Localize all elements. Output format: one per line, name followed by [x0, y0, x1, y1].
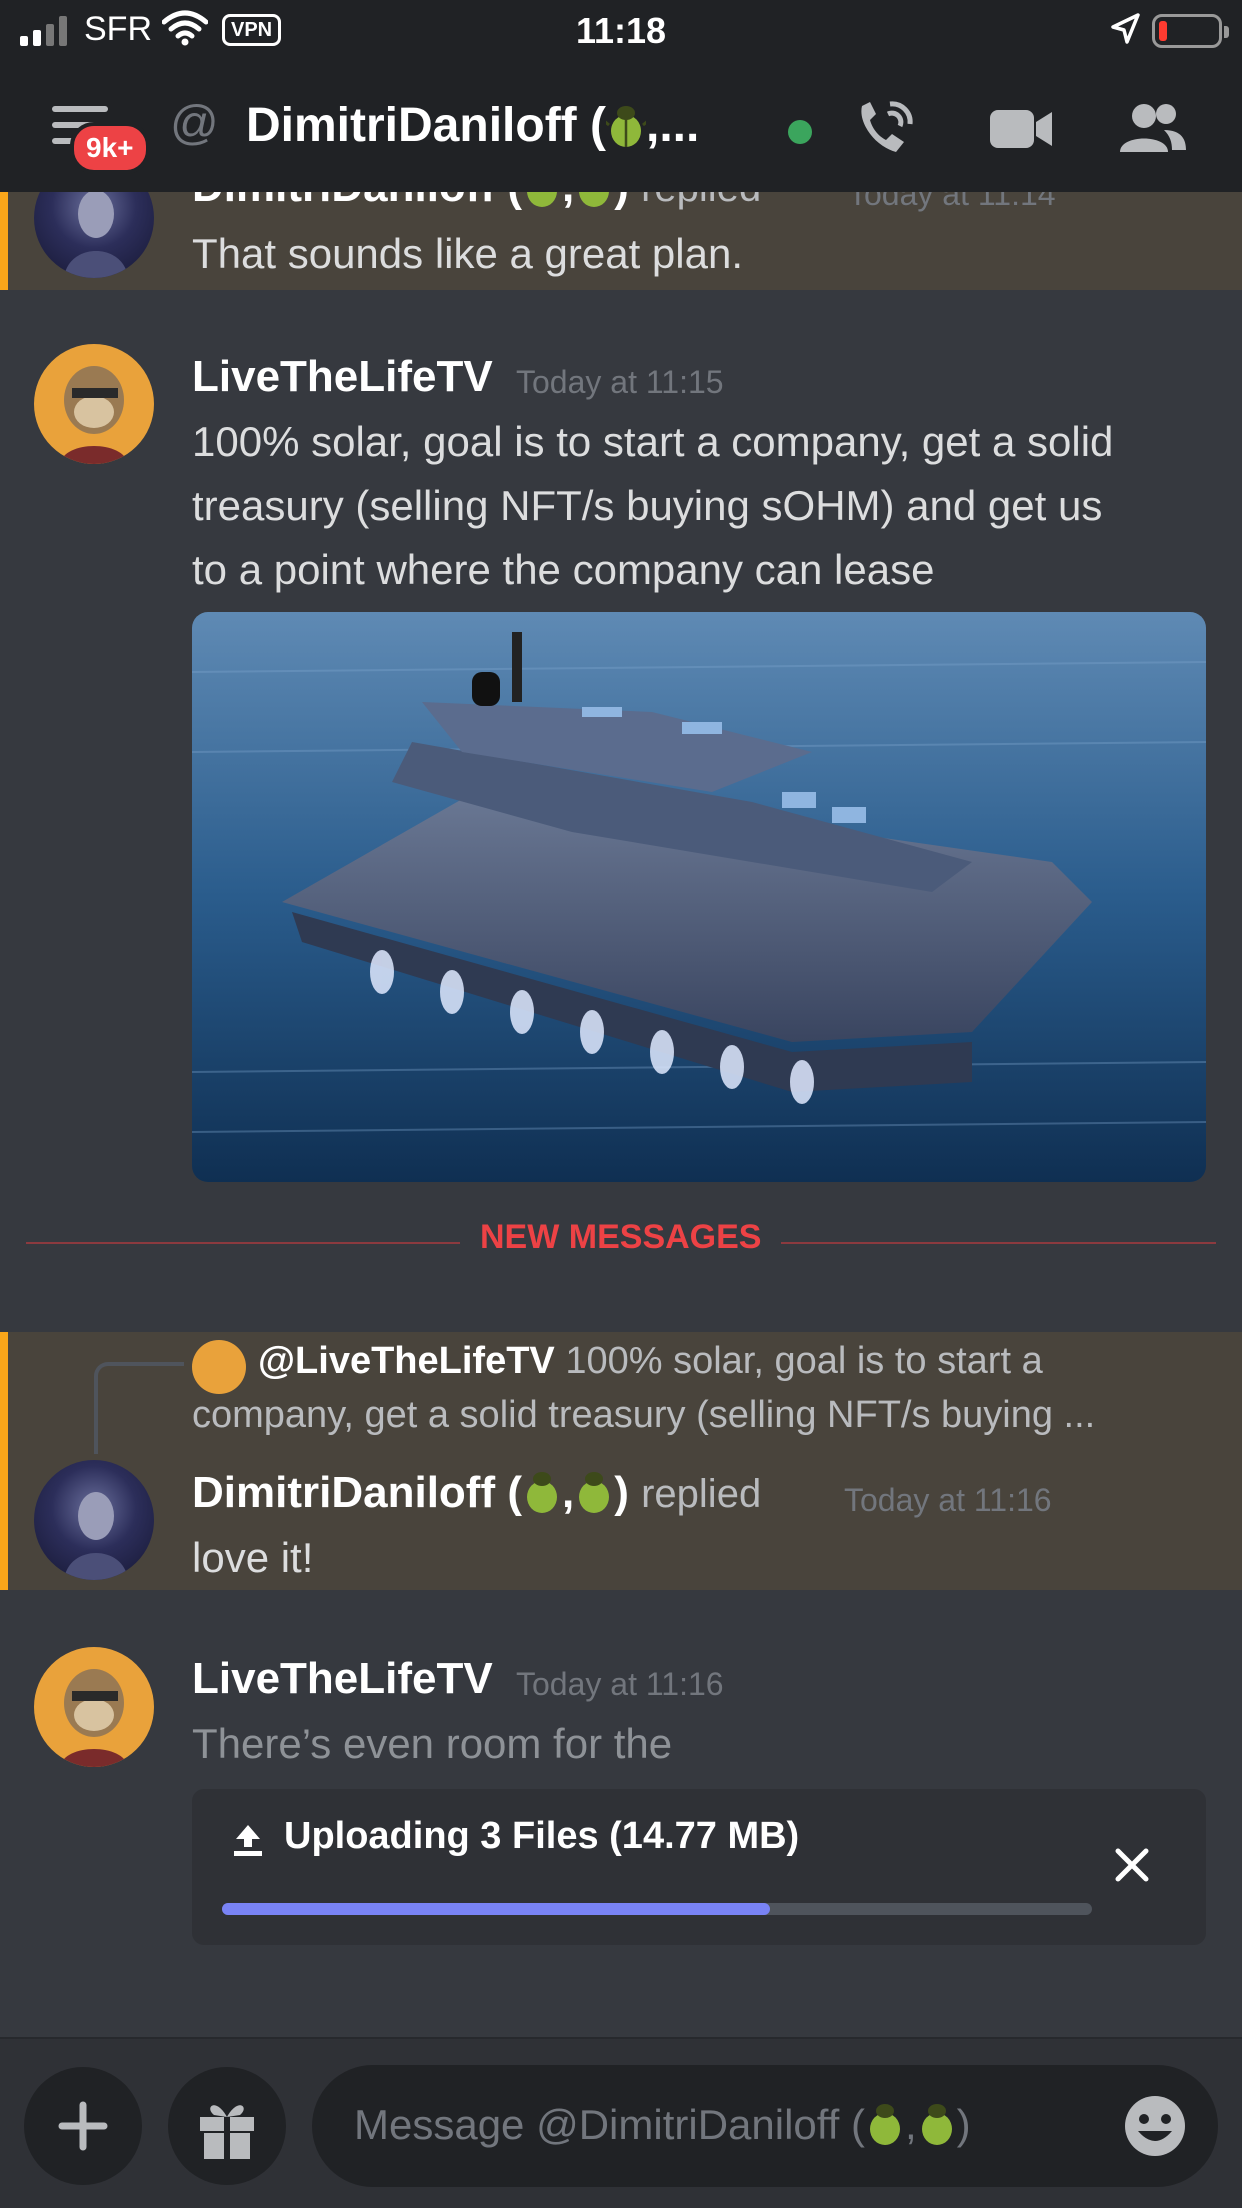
new-messages-label: NEW MESSAGES: [460, 1218, 782, 1257]
add-icon: [58, 2101, 108, 2151]
status-bar: SFR VPN 11:18: [0, 0, 1242, 62]
message-author[interactable]: LiveTheLifeTV: [192, 352, 493, 402]
beetle-emoji: [579, 192, 610, 207]
message-text: That sounds like a great plan.: [192, 230, 744, 277]
beetle-emoji: [605, 106, 646, 147]
composer-bar: Message @DimitriDaniloff (,): [0, 2037, 1242, 2208]
upload-icon: [232, 1823, 264, 1862]
at-icon: @: [170, 97, 219, 150]
message-feed[interactable]: DimitriDaniloff (,) replied Today at 11:…: [0, 192, 1242, 2037]
close-icon[interactable]: [1112, 1845, 1152, 1890]
reply-mention[interactable]: @LiveTheLifeTV: [258, 1340, 555, 1382]
video-icon[interactable]: [988, 98, 1058, 158]
avatar[interactable]: [34, 344, 154, 464]
unread-badge: 9k+: [70, 122, 150, 174]
gift-icon: [200, 2105, 254, 2159]
avatar[interactable]: [34, 1647, 154, 1767]
add-button[interactable]: [24, 2067, 142, 2185]
location-icon: [1110, 12, 1140, 54]
clock: 11:18: [575, 10, 667, 51]
beetle-emoji: [527, 192, 557, 207]
beetle-emoji: [579, 1472, 610, 1513]
reply-connector: [94, 1362, 184, 1454]
members-icon[interactable]: [1116, 98, 1186, 158]
message-text: There’s even room for the: [192, 1720, 673, 1767]
message-text: love it!: [192, 1534, 314, 1581]
message-author[interactable]: DimitriDaniloff (,) replied: [192, 1468, 761, 1518]
message-author[interactable]: LiveTheLifeTV: [192, 1654, 493, 1704]
beetle-emoji: [921, 2104, 952, 2145]
avatar[interactable]: [34, 1460, 154, 1580]
upload-progress-card: Uploading 3 Files (14.77 MB): [192, 1789, 1206, 1945]
message-timestamp: Today at 11:16: [516, 1666, 724, 1702]
message-input[interactable]: Message @DimitriDaniloff (,): [312, 2065, 1218, 2187]
upload-label: Uploading 3 Files (14.77 MB): [284, 1815, 800, 1857]
reply-preview[interactable]: @LiveTheLifeTV 100% solar, goal is to st…: [192, 1334, 1212, 1442]
emoji-icon[interactable]: [1122, 2093, 1188, 2164]
gift-button[interactable]: [168, 2067, 286, 2185]
image-attachment[interactable]: [192, 612, 1206, 1182]
channel-header: 9k+ @ DimitriDaniloff (,...: [0, 62, 1242, 192]
message-input-placeholder: Message @DimitriDaniloff (,): [354, 2101, 971, 2148]
message-author[interactable]: DimitriDaniloff (,) replied: [192, 192, 761, 212]
upload-progress-fill: [222, 1903, 771, 1915]
beetle-emoji: [870, 2104, 900, 2145]
message-text: 100% solar, goal is to start a company, …: [192, 418, 1114, 593]
channel-title[interactable]: DimitriDaniloff (,...: [246, 98, 699, 153]
message-timestamp: Today at 11:15: [516, 364, 724, 400]
beetle-emoji: [526, 1472, 557, 1513]
replied-label: replied: [641, 192, 761, 210]
call-icon[interactable]: [852, 98, 922, 158]
online-status-dot: [788, 120, 812, 144]
message-timestamp: Today at 11:14: [848, 192, 1056, 212]
upload-progress-bar: [222, 1903, 1092, 1915]
message-timestamp: Today at 11:16: [844, 1482, 1052, 1518]
battery-icon: [1152, 14, 1229, 48]
replied-label: replied: [641, 1472, 762, 1516]
